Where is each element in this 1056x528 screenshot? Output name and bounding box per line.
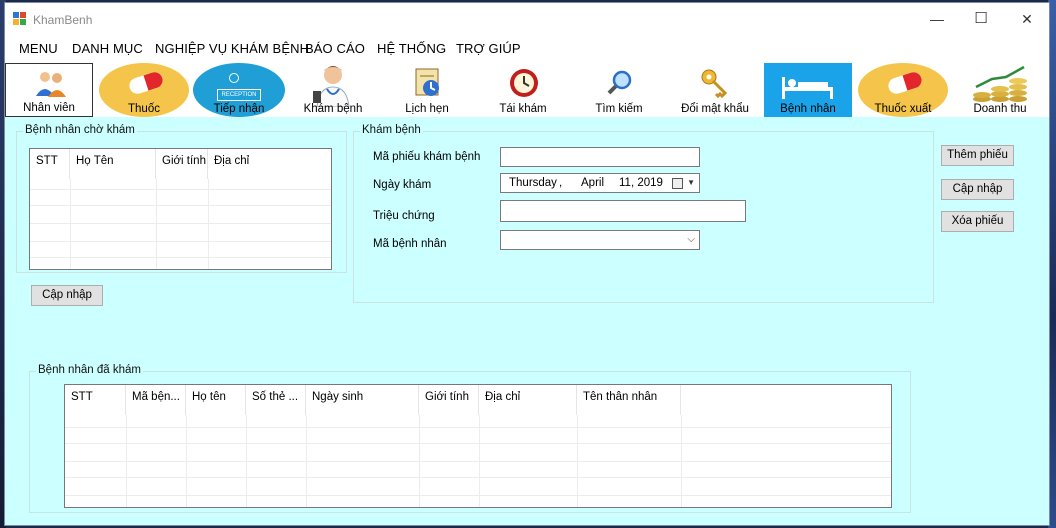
date-separator: , bbox=[559, 177, 563, 189]
column-header[interactable]: Tên thân nhân bbox=[577, 385, 681, 415]
coins-chart-icon bbox=[973, 65, 1027, 102]
waiting-group-title: Bệnh nhân chờ khám bbox=[23, 124, 137, 136]
key-icon bbox=[701, 69, 728, 99]
tool-doanh-thu[interactable]: Doanh thu bbox=[954, 63, 1046, 117]
menu-item-nghiep-vu[interactable]: NGHIỆP VỤ KHÁM BỆNH bbox=[155, 41, 309, 56]
date-weekday: Thursday bbox=[509, 177, 557, 189]
doctor-icon bbox=[313, 66, 350, 107]
column-header[interactable]: STT bbox=[65, 385, 126, 415]
menu-item-menu[interactable]: MENU bbox=[19, 41, 58, 56]
magnifier-icon bbox=[607, 70, 632, 95]
tool-lich-hen[interactable]: Lịch hẹn bbox=[381, 63, 473, 117]
add-ticket-button[interactable]: Thêm phiếu bbox=[941, 145, 1014, 166]
tool-label: Bệnh nhân bbox=[780, 103, 836, 115]
title-bar: KhamBenh — ☐ ✕ bbox=[5, 3, 1049, 35]
column-header[interactable]: STT bbox=[30, 149, 70, 179]
tool-tiep-nhan[interactable]: RECEPTION Tiếp nhận bbox=[193, 63, 285, 117]
column-header[interactable]: Ngày sinh bbox=[306, 385, 419, 415]
exam-date-picker[interactable]: Thursday , April 11, 2019 ▼ bbox=[500, 173, 700, 193]
menu-item-he-thong[interactable]: HỆ THỐNG bbox=[377, 41, 446, 56]
app-window: KhamBenh — ☐ ✕ MENU DANH MỤC NGHIỆP VỤ K… bbox=[4, 2, 1050, 526]
tool-label: Tìm kiếm bbox=[595, 103, 643, 115]
symptoms-label: Triệu chứng bbox=[373, 210, 435, 222]
menu-bar: MENU DANH MỤC NGHIỆP VỤ KHÁM BỆNH BÁO CÁ… bbox=[5, 35, 1049, 61]
column-header[interactable]: Mã bện... bbox=[126, 385, 186, 415]
exam-group-title: Khám bệnh bbox=[360, 124, 423, 136]
tool-nhan-vien[interactable]: Nhân viên bbox=[5, 63, 93, 117]
tool-doi-mat-khau[interactable]: Đổi mật khẩu bbox=[667, 63, 763, 117]
examined-patients-grid[interactable]: STT Mã bện... Họ tên Số thẻ ... Ngày sin… bbox=[64, 384, 892, 508]
date-month: April bbox=[581, 177, 605, 189]
symptoms-input[interactable] bbox=[500, 200, 746, 222]
chevron-down-icon: ⌵ bbox=[687, 234, 695, 245]
waiting-patients-grid[interactable]: STT Họ Tên Giới tính Địa chỉ bbox=[29, 148, 332, 270]
chevron-down-icon[interactable]: ▼ bbox=[687, 178, 695, 187]
tool-label: Lịch hẹn bbox=[405, 103, 449, 115]
tool-thuoc[interactable]: Thuốc bbox=[99, 63, 189, 117]
patient-id-select[interactable]: ⌵ bbox=[500, 230, 700, 250]
maximize-button[interactable]: ☐ bbox=[958, 3, 1004, 35]
window-title: KhamBenh bbox=[33, 13, 93, 27]
patient-bed-icon bbox=[782, 77, 833, 99]
column-header[interactable]: Số thẻ ... bbox=[246, 385, 306, 415]
update-ticket-button[interactable]: Cập nhập bbox=[941, 179, 1014, 200]
examined-group-title: Bệnh nhân đã khám bbox=[36, 364, 143, 376]
tool-label: Khám bệnh bbox=[303, 103, 363, 115]
tool-label: Đổi mật khẩu bbox=[681, 103, 749, 115]
ticket-id-label: Mã phiếu khám bệnh bbox=[373, 151, 481, 163]
tool-benh-nhan[interactable]: Bệnh nhân bbox=[764, 63, 852, 117]
tool-kham-benh[interactable]: Khám bệnh bbox=[289, 63, 377, 117]
menu-item-tro-giup[interactable]: TRỢ GIÚP bbox=[456, 41, 521, 56]
minimize-button[interactable]: — bbox=[914, 3, 960, 35]
clock-icon bbox=[510, 69, 538, 97]
column-header[interactable]: Địa chỉ bbox=[208, 149, 331, 179]
column-header[interactable]: Họ tên bbox=[186, 385, 246, 415]
calendar-icon[interactable] bbox=[672, 178, 683, 189]
exam-date-label: Ngày khám bbox=[373, 179, 432, 191]
grid-header: STT Họ Tên Giới tính Địa chỉ bbox=[30, 149, 331, 179]
column-header[interactable]: Địa chỉ bbox=[479, 385, 577, 415]
tool-thuoc-xuat[interactable]: Thuốc xuất bbox=[858, 63, 948, 117]
toolbar: Nhân viên Thuốc RECEPTION Tiếp nhận Khám… bbox=[5, 61, 1049, 117]
tool-tim-kiem[interactable]: Tìm kiếm bbox=[573, 63, 665, 117]
staff-icon bbox=[36, 72, 66, 97]
delete-ticket-button[interactable]: Xóa phiếu bbox=[941, 211, 1014, 232]
grid-header: STT Mã bện... Họ tên Số thẻ ... Ngày sin… bbox=[65, 385, 891, 415]
menu-item-danh-muc[interactable]: DANH MỤC bbox=[72, 41, 143, 56]
app-icon bbox=[13, 12, 27, 25]
tool-label: Doanh thu bbox=[973, 103, 1027, 115]
close-button[interactable]: ✕ bbox=[1004, 3, 1049, 35]
calendar-icon bbox=[415, 68, 439, 96]
column-header[interactable]: Họ Tên bbox=[70, 149, 156, 179]
tool-label: Thuốc xuất bbox=[874, 103, 932, 115]
tool-label: Tái khám bbox=[499, 103, 547, 115]
refresh-waiting-button[interactable]: Cập nhập bbox=[31, 285, 103, 306]
tool-label: Nhân viên bbox=[23, 102, 75, 114]
ticket-id-input[interactable] bbox=[500, 147, 700, 167]
tool-label: Tiếp nhận bbox=[213, 103, 265, 115]
column-header[interactable]: Giới tính bbox=[156, 149, 208, 179]
patient-id-label: Mã bệnh nhân bbox=[373, 238, 447, 250]
reception-sign: RECEPTION bbox=[217, 89, 261, 101]
tool-tai-kham[interactable]: Tái khám bbox=[477, 63, 569, 117]
tool-label: Thuốc bbox=[128, 103, 160, 115]
menu-item-bao-cao[interactable]: BÁO CÁO bbox=[305, 41, 365, 56]
date-day-year: 11, 2019 bbox=[619, 177, 663, 189]
column-header[interactable]: Giới tính bbox=[419, 385, 479, 415]
